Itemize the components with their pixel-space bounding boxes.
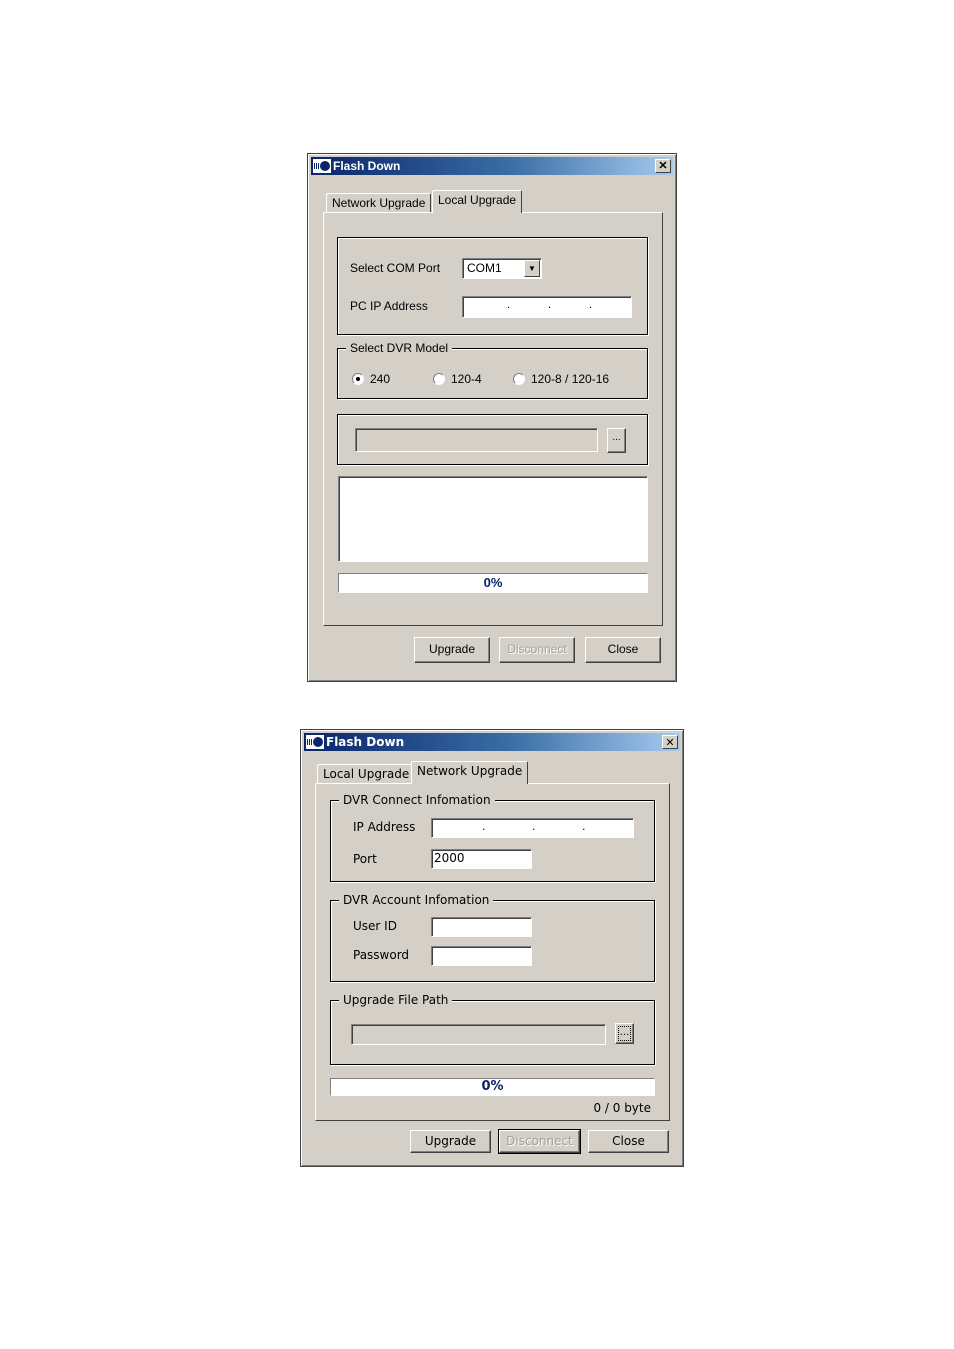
upgrade-button[interactable]: Upgrade xyxy=(414,637,490,663)
dvr-account-legend: DVR Account Infomation xyxy=(339,893,494,907)
progress-percent-text: 0% xyxy=(481,1079,504,1094)
ip-separator: . xyxy=(582,820,586,833)
port-input[interactable]: 2000 xyxy=(431,849,532,869)
dvr-connect-legend: DVR Connect Infomation xyxy=(339,793,495,807)
tab-local-upgrade[interactable]: Local Upgrade xyxy=(317,764,416,783)
tab-label: Network Upgrade xyxy=(417,764,523,778)
port-label: Port xyxy=(353,852,377,866)
upgrade-progress-bar: 0% xyxy=(338,573,648,593)
dvr-account-group: DVR Account Infomation User ID Password xyxy=(330,893,655,982)
window-title: Flash Down xyxy=(326,735,405,749)
radio-model-120-4[interactable]: 120-4 xyxy=(433,371,482,387)
flash-down-dialog-network: Flash Down ✕ Local Upgrade Network Upgra… xyxy=(300,729,684,1167)
browse-button[interactable]: ... xyxy=(607,428,626,453)
com-settings-group: Select COM Port COM1 ▼ PC IP Address . .… xyxy=(337,237,648,335)
dvr-model-legend: Select DVR Model xyxy=(346,341,453,355)
radio-model-120-8-16[interactable]: 120-8 / 120-16 xyxy=(513,371,609,387)
ip-separator: . xyxy=(589,299,593,311)
disconnect-button[interactable]: Disconnect xyxy=(498,1129,581,1154)
bytes-status: 0 / 0 byte xyxy=(593,1101,651,1115)
file-path-input[interactable] xyxy=(351,1024,606,1045)
title-bar[interactable]: Flash Down ✕ xyxy=(304,733,680,751)
close-icon[interactable]: ✕ xyxy=(662,735,678,749)
pc-ip-input[interactable]: . . . xyxy=(462,296,632,318)
flash-down-dialog-local: Flash Down ✕ Network Upgrade Local Upgra… xyxy=(307,153,677,682)
ip-separator: . xyxy=(532,820,536,833)
app-flash-icon xyxy=(306,735,324,749)
close-icon[interactable]: ✕ xyxy=(655,159,671,173)
password-label: Password xyxy=(353,948,410,962)
tab-local-upgrade[interactable]: Local Upgrade xyxy=(432,190,523,213)
file-path-input[interactable] xyxy=(355,428,598,452)
app-flash-icon xyxy=(313,159,331,173)
user-id-label: User ID xyxy=(353,919,397,933)
ip-address-label: IP Address xyxy=(353,820,416,834)
radio-label: 120-8 / 120-16 xyxy=(531,372,610,386)
radio-label: 120-4 xyxy=(451,372,482,386)
log-output-box xyxy=(338,476,648,562)
pc-ip-label: PC IP Address xyxy=(350,299,428,313)
ip-separator: . xyxy=(548,299,552,311)
dvr-model-group: Select DVR Model 240 120-4 120-8 / 120-1… xyxy=(337,341,648,399)
ip-address-input[interactable]: . . . xyxy=(431,818,634,838)
progress-percent-text: 0% xyxy=(483,575,503,590)
com-port-value: COM1 xyxy=(467,261,502,275)
user-id-input[interactable] xyxy=(431,917,532,937)
password-input[interactable] xyxy=(431,946,532,966)
com-port-select[interactable]: COM1 ▼ xyxy=(462,258,542,279)
tab-label: Local Upgrade xyxy=(323,767,410,781)
file-path-group: ... xyxy=(337,414,648,465)
ip-separator: . xyxy=(507,299,511,311)
upgrade-file-path-group: Upgrade File Path ... xyxy=(330,993,655,1065)
browse-button[interactable]: ... xyxy=(615,1023,634,1044)
upgrade-button[interactable]: Upgrade xyxy=(410,1130,491,1153)
radio-selected-icon[interactable] xyxy=(352,373,364,385)
radio-unselected-icon[interactable] xyxy=(433,373,445,385)
disconnect-button[interactable]: Disconnect xyxy=(499,637,575,663)
dvr-connect-group: DVR Connect Infomation IP Address . . . … xyxy=(330,793,655,882)
upgrade-file-path-legend: Upgrade File Path xyxy=(339,993,453,1007)
radio-label: 240 xyxy=(370,372,391,386)
title-bar[interactable]: Flash Down ✕ xyxy=(311,157,673,175)
window-title: Flash Down xyxy=(333,159,401,173)
tab-network-upgrade[interactable]: Network Upgrade xyxy=(411,761,529,784)
com-port-label: Select COM Port xyxy=(350,261,441,275)
tab-label: Local Upgrade xyxy=(438,193,517,207)
radio-unselected-icon[interactable] xyxy=(513,373,525,385)
upgrade-progress-bar: 0% xyxy=(330,1078,655,1096)
ip-separator: . xyxy=(482,820,486,833)
tab-network-upgrade[interactable]: Network Upgrade xyxy=(326,193,432,212)
tab-panel-network-upgrade: DVR Connect Infomation IP Address . . . … xyxy=(315,783,670,1121)
tab-label: Network Upgrade xyxy=(332,196,426,210)
chevron-down-icon[interactable]: ▼ xyxy=(524,260,540,277)
tab-panel-local-upgrade: Select COM Port COM1 ▼ PC IP Address . .… xyxy=(323,212,663,626)
radio-model-240[interactable]: 240 xyxy=(352,371,390,387)
close-button[interactable]: Close xyxy=(588,1130,669,1153)
close-button[interactable]: Close xyxy=(585,637,661,663)
